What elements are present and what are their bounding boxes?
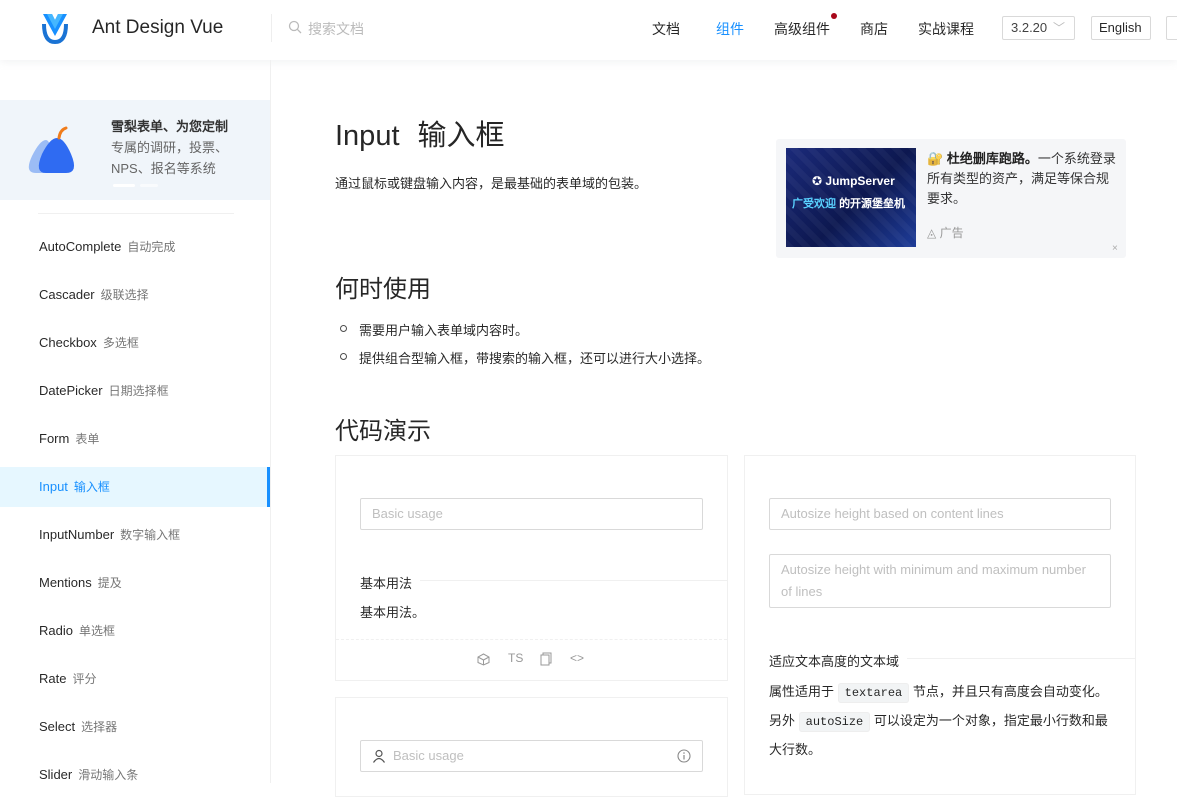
- page-title-zh: 输入框: [417, 120, 505, 152]
- sidebar-item-sublabel: 日期选择框: [108, 384, 169, 398]
- new-badge-dot: [831, 13, 837, 19]
- code-autosize: autoSize: [798, 712, 871, 732]
- sidebar-item-label: Cascader: [39, 287, 95, 302]
- carousel-dot[interactable]: [140, 184, 158, 187]
- sidebar-item-label: Mentions: [39, 575, 92, 590]
- nav-courses[interactable]: 实战课程: [918, 19, 974, 39]
- sidebar-item-label: Select: [39, 719, 76, 734]
- pear-logo-icon: [28, 126, 75, 173]
- sidebar-item-label: Input: [39, 479, 68, 494]
- when-to-use-heading: 何时使用: [335, 276, 431, 303]
- sidebar-item-slider[interactable]: Slider 滑动输入条: [0, 755, 270, 795]
- ant-design-vue-logo[interactable]: [40, 12, 70, 46]
- ad-banner[interactable]: ✪ JumpServer 广受欢迎 的开源堡垒机 🔐 杜绝删库跑路。一个系统登录…: [776, 139, 1126, 258]
- sidebar-item-radio[interactable]: Radio 单选框: [0, 611, 270, 651]
- sidebar-item-datepicker[interactable]: DatePicker 日期选择框: [0, 371, 270, 411]
- sidebar-item-sublabel: 滑动输入条: [78, 768, 139, 782]
- top-header: Ant Design Vue 搜索文档 文档 组件 高级组件 商店 实战课程 3…: [0, 0, 1177, 60]
- ad-image-logo: ✪ JumpServer: [812, 174, 895, 188]
- language-button[interactable]: English: [1091, 16, 1151, 40]
- code-demo-heading: 代码演示: [335, 418, 431, 445]
- page-title-en: Input: [335, 120, 400, 152]
- ad-emoji-icon: 🔐: [927, 151, 944, 166]
- ad-text[interactable]: 🔐 杜绝删库跑路。一个系统登录所有类型的资产，满足等保合规要求。: [927, 149, 1117, 209]
- expand-code-icon[interactable]: <>: [570, 651, 584, 665]
- sidebar-item-label: Rate: [39, 671, 67, 686]
- page-title: Input 输入框: [335, 112, 505, 154]
- demo-description: 基本用法。: [360, 605, 426, 620]
- list-item: 需要用户输入表单域内容时。: [340, 320, 528, 339]
- info-circle-icon[interactable]: [677, 749, 691, 763]
- autosize-minmax-textarea[interactable]: Autosize height with minimum and maximum…: [769, 554, 1111, 608]
- promo-text: 专属的调研，投票、NPS、报名等系统: [111, 140, 229, 176]
- typescript-toggle[interactable]: TS: [508, 651, 523, 665]
- sidebar: 雪梨表单、为您定制 专属的调研，投票、NPS、报名等系统 AutoComplet…: [0, 60, 271, 783]
- demo-title: 适应文本高度的文本域: [745, 651, 908, 670]
- user-icon: [373, 749, 385, 763]
- copy-icon[interactable]: [540, 652, 552, 666]
- sidebar-item-form[interactable]: Form 表单: [0, 419, 270, 459]
- sidebar-item-select[interactable]: Select 选择器: [0, 707, 270, 747]
- sidebar-item-sublabel: 选择器: [81, 720, 118, 734]
- rtl-button[interactable]: [1166, 16, 1177, 40]
- close-icon[interactable]: ×: [1112, 243, 1118, 254]
- sidebar-item-checkbox[interactable]: Checkbox 多选框: [0, 323, 270, 363]
- version-value: 3.2.20: [1011, 20, 1048, 35]
- header-divider: [271, 14, 272, 42]
- sidebar-item-sublabel: 表单: [75, 432, 100, 446]
- menu-divider: [38, 213, 234, 214]
- search-input[interactable]: 搜索文档: [308, 19, 364, 39]
- version-select[interactable]: 3.2.20 ﹀: [1002, 16, 1075, 40]
- sidebar-item-sublabel: 多选框: [102, 336, 139, 350]
- sidebar-item-autocomplete[interactable]: AutoComplete 自动完成: [0, 227, 270, 267]
- nav-advanced-components[interactable]: 高级组件: [774, 19, 830, 39]
- sidebar-item-sublabel: 级联选择: [100, 288, 149, 302]
- demo-card-basic: Basic usage 基本用法 基本用法。 TS <>: [335, 455, 728, 681]
- autosize-textarea[interactable]: Autosize height based on content lines: [769, 498, 1111, 530]
- prefix-input[interactable]: Basic usage: [360, 740, 703, 772]
- sidebar-item-sublabel: 单选框: [78, 624, 115, 638]
- demo-actions: TS <>: [336, 639, 727, 680]
- brand-name[interactable]: Ant Design Vue: [92, 17, 223, 39]
- ad-image-subtitle: 广受欢迎 的开源堡垒机: [792, 198, 906, 210]
- nav-components[interactable]: 组件: [716, 19, 744, 39]
- ad-image[interactable]: ✪ JumpServer 广受欢迎 的开源堡垒机: [786, 148, 916, 247]
- sidebar-item-input[interactable]: Input 输入框: [0, 467, 270, 507]
- sidebar-item-sublabel: 数字输入框: [120, 528, 181, 542]
- codesandbox-icon[interactable]: [477, 653, 490, 666]
- nav-docs[interactable]: 文档: [652, 19, 680, 39]
- carousel-dot-active[interactable]: [113, 184, 135, 187]
- demo-card-prefix: Basic usage: [335, 697, 728, 797]
- sidebar-item-label: DatePicker: [39, 383, 103, 398]
- sidebar-item-label: Slider: [39, 767, 73, 782]
- sidebar-item-label: AutoComplete: [39, 239, 122, 254]
- sidebar-item-rate[interactable]: Rate 评分: [0, 659, 270, 699]
- sidebar-item-label: Form: [39, 431, 70, 446]
- sidebar-item-mentions[interactable]: Mentions 提及: [0, 563, 270, 603]
- sidebar-item-sublabel: 自动完成: [127, 240, 176, 254]
- list-item: 提供组合型输入框，带搜索的输入框，还可以进行大小选择。: [340, 348, 710, 367]
- sidebar-item-cascader[interactable]: Cascader 级联选择: [0, 275, 270, 315]
- nav-store[interactable]: 商店: [860, 19, 888, 39]
- sidebar-item-sublabel: 输入框: [73, 480, 110, 494]
- code-textarea: textarea: [837, 683, 910, 703]
- sidebar-item-label: Checkbox: [39, 335, 97, 350]
- demo-description: 属性适用于 textarea 节点，并且只有高度会自动变化。另外 autoSiz…: [769, 683, 1108, 757]
- sidebar-item-label: Radio: [39, 623, 73, 638]
- chevron-down-icon: ﹀: [1052, 21, 1065, 35]
- promo-title: 雪梨表单、为您定制: [111, 119, 229, 134]
- sidebar-item-sublabel: 提及: [97, 576, 122, 590]
- search-icon: [288, 20, 302, 34]
- basic-input[interactable]: Basic usage: [360, 498, 703, 530]
- page-description: 通过鼠标或键盘输入内容，是最基础的表单域的包装。: [335, 176, 648, 191]
- demo-card-autosize: Autosize height based on content lines A…: [744, 455, 1136, 795]
- ad-tag: ◬ 广告: [927, 226, 964, 240]
- promo-banner[interactable]: 雪梨表单、为您定制 专属的调研，投票、NPS、报名等系统: [0, 100, 270, 200]
- sidebar-item-inputnumber[interactable]: InputNumber 数字输入框: [0, 515, 270, 555]
- sidebar-item-sublabel: 评分: [72, 672, 97, 686]
- demo-title: 基本用法: [336, 573, 421, 592]
- sidebar-item-label: InputNumber: [39, 527, 115, 542]
